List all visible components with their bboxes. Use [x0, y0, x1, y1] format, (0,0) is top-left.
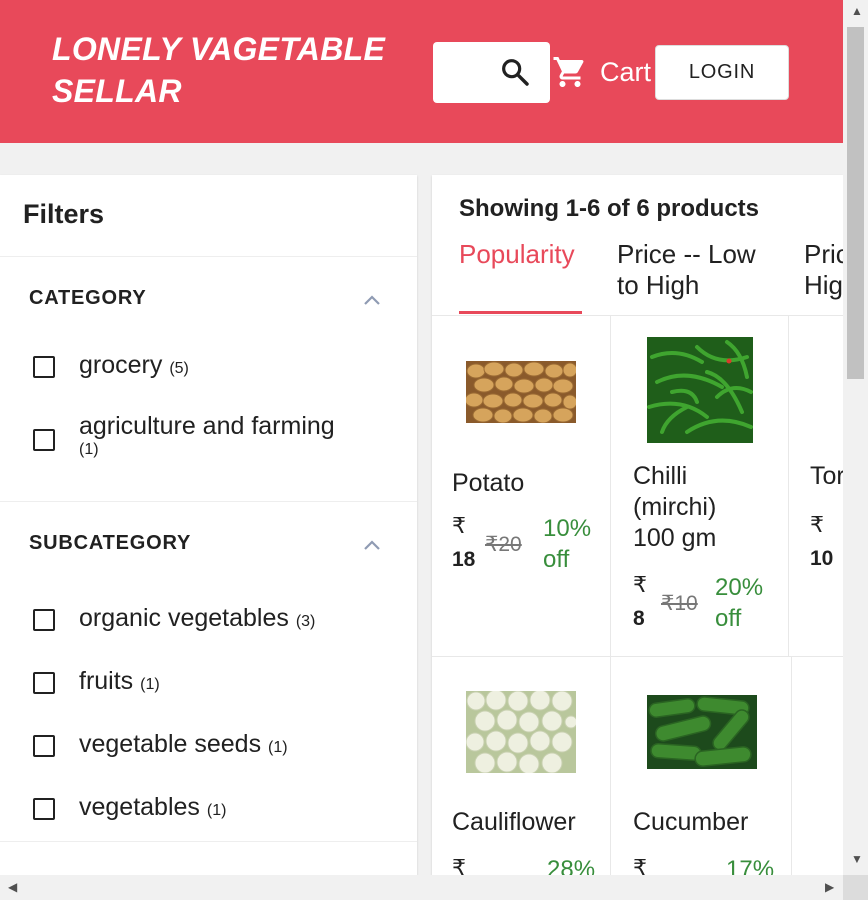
cart-icon [553, 57, 584, 87]
active-tab-indicator [459, 311, 582, 314]
product-mrp: ₹10 [661, 592, 698, 615]
option-count: (1) [268, 739, 288, 756]
subcategory-option-organic[interactable]: organic vegetables (3) [0, 603, 417, 637]
cart-label: Cart [600, 56, 652, 87]
currency-symbol: ₹ [633, 572, 647, 597]
scroll-left-icon[interactable]: ◀ [8, 880, 17, 894]
product-image[interactable] [466, 691, 576, 773]
checkbox[interactable] [33, 735, 55, 757]
product-card-cauliflower[interactable] [432, 657, 610, 875]
discount-label: 10% off [543, 513, 591, 575]
option-label: vegetable seeds [79, 730, 262, 758]
category-option-grocery[interactable]: grocery (5) [0, 350, 417, 384]
currency-symbol: ₹ [633, 855, 647, 875]
header-bar: LONELY VAGETABLE SELLAR Cart LOGIN [0, 0, 843, 143]
option-count: (1) [140, 676, 160, 693]
product-name[interactable]: Chilli (mirchi) 100 gm [633, 461, 716, 554]
product-name-line-1: Chilli [633, 462, 688, 490]
option-count: (1) [79, 441, 99, 458]
scrollbar-corner [843, 875, 868, 900]
category-header[interactable]: CATEGORY [0, 257, 417, 343]
discount-percent: 17% [726, 856, 775, 875]
divider [791, 657, 792, 875]
tab-label: Popularity [459, 239, 575, 269]
filters-panel: Filters CATEGORY grocery (5) agriculture… [0, 175, 417, 875]
product-name[interactable]: Cauliflower [452, 807, 576, 838]
subcategory-title: SUBCATEGORY [29, 532, 192, 554]
filters-title: Filters [0, 175, 417, 257]
discount-suffix: off [543, 546, 570, 573]
option-count: (3) [295, 613, 316, 630]
product-price: 18 [452, 548, 476, 571]
option-label: fruits [79, 667, 134, 695]
cart-link[interactable]: Cart [552, 52, 651, 92]
search-icon[interactable] [499, 56, 531, 88]
discount-percent: 20% [715, 574, 764, 601]
brand-line-1: LONELY VAGETABLE [52, 31, 386, 67]
product-mrp: ₹20 [485, 533, 522, 556]
tab-label-line-1: Pric [804, 239, 843, 269]
tab-price-low-to-high[interactable]: Price -- Low to High [617, 239, 756, 301]
product-name[interactable]: Potato [452, 468, 524, 499]
product-image[interactable] [647, 695, 757, 769]
product-name-line-3: 100 gm [633, 524, 717, 552]
product-name[interactable]: Cucumber [633, 807, 748, 838]
product-card-potato[interactable]: Potato ₹ 18 ₹20 10% off [432, 316, 610, 656]
option-label: agriculture and farming [79, 412, 335, 440]
product-image[interactable] [466, 361, 576, 423]
product-image[interactable] [647, 337, 753, 443]
discount-suffix: off [715, 605, 742, 632]
tab-label-line-2: to High [617, 270, 700, 300]
category-title: CATEGORY [29, 287, 147, 309]
scroll-down-icon[interactable]: ▼ [851, 852, 863, 866]
checkbox[interactable] [33, 356, 55, 378]
discount-percent: 28% [547, 856, 596, 875]
option-label: organic vegetables [79, 604, 289, 632]
brand-line-2: SELLAR [52, 73, 182, 109]
tab-label-line-1: Price -- Low [617, 239, 756, 269]
subcategory-option-fruits[interactable]: fruits (1) [0, 666, 417, 700]
checkbox[interactable] [33, 672, 55, 694]
brand-logo[interactable]: LONELY VAGETABLE SELLAR [52, 28, 422, 112]
product-card-cucumber[interactable] [611, 657, 791, 875]
subcategory-option-seeds[interactable]: vegetable seeds (1) [0, 729, 417, 763]
tab-label-line-2: Hig [804, 270, 843, 300]
product-name-line-2: (mirchi) [633, 493, 717, 521]
product-name[interactable]: Tor [810, 461, 843, 492]
scroll-right-icon[interactable]: ▶ [825, 880, 834, 894]
scroll-up-icon[interactable]: ▲ [851, 4, 863, 18]
subcategory-header[interactable]: SUBCATEGORY [0, 502, 417, 588]
product-price: 10 [810, 547, 834, 570]
subcategory-option-vegetables[interactable]: vegetables (1) [0, 792, 417, 826]
tab-popularity[interactable]: Popularity [459, 239, 575, 270]
vertical-scroll-thumb[interactable] [847, 27, 864, 379]
discount-percent: 10% [543, 515, 592, 542]
horizontal-scrollbar[interactable] [0, 875, 843, 900]
category-section: CATEGORY grocery (5) agriculture and far… [0, 257, 417, 502]
checkbox[interactable] [33, 429, 55, 451]
category-option-agriculture[interactable]: agriculture and farming (1) [0, 411, 417, 459]
product-card-partial[interactable]: Tor ₹ 10 [789, 316, 843, 656]
login-button[interactable]: LOGIN [655, 45, 789, 100]
option-count: (5) [169, 360, 189, 377]
tab-price-high-to-low[interactable]: Pric Hig [804, 239, 843, 301]
chevron-up-icon[interactable] [362, 538, 382, 552]
results-panel: Showing 1-6 of 6 products Popularity Pri… [432, 175, 843, 875]
option-count: (1) [206, 802, 227, 819]
product-card-chilli[interactable]: Chilli (mirchi) 100 gm ₹ 8 ₹10 20% off [611, 316, 788, 656]
currency-symbol: ₹ [452, 855, 466, 875]
option-label: vegetables [79, 793, 200, 821]
search-input[interactable] [433, 42, 550, 103]
subcategory-section: SUBCATEGORY organic vegetables (3) fruit… [0, 502, 417, 842]
discount-label: 20% off [715, 572, 763, 634]
checkbox[interactable] [33, 609, 55, 631]
checkbox[interactable] [33, 798, 55, 820]
option-label: grocery [79, 351, 163, 379]
results-title: Showing 1-6 of 6 products [459, 195, 760, 222]
chevron-up-icon[interactable] [362, 293, 382, 307]
currency-symbol: ₹ [452, 513, 466, 538]
product-price: 8 [633, 607, 645, 630]
currency-symbol: ₹ [810, 512, 824, 537]
